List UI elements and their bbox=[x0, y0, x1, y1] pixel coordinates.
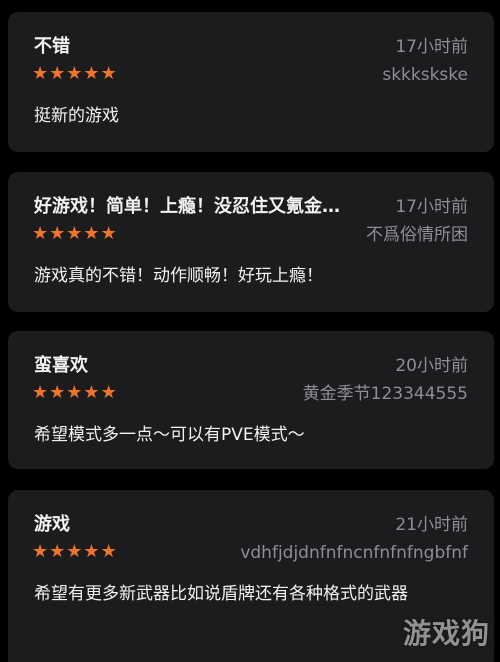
star-icon: ★ bbox=[100, 382, 117, 403]
star-icon: ★ bbox=[66, 541, 83, 562]
star-icon: ★ bbox=[66, 382, 83, 403]
review-card[interactable]: 好游戏！简单！上瘾！没忍住又氪金… 17小时前 ★ ★ ★ ★ ★ 不爲俗情所困… bbox=[8, 172, 494, 312]
review-time: 17小时前 bbox=[395, 37, 468, 57]
review-list: 不错 17小时前 ★ ★ ★ ★ ★ skkkskske 挺新的游戏 好游戏！简… bbox=[0, 0, 500, 662]
star-rating: ★ ★ ★ ★ ★ bbox=[32, 383, 117, 403]
star-icon: ★ bbox=[83, 63, 100, 84]
review-title: 蛮喜欢 bbox=[34, 355, 88, 376]
review-author: vdhfjdjdnfnfncnfnfnfngbfnf bbox=[240, 543, 468, 563]
review-title: 好游戏！简单！上瘾！没忍住又氪金… bbox=[34, 196, 340, 217]
star-icon: ★ bbox=[49, 63, 66, 84]
star-icon: ★ bbox=[66, 63, 83, 84]
review-body: 希望有更多新武器比如说盾牌还有各种格式的武器 bbox=[34, 584, 408, 604]
review-card[interactable]: 蛮喜欢 20小时前 ★ ★ ★ ★ ★ 黄金季节123344555 希望模式多一… bbox=[8, 331, 494, 469]
star-rating: ★ ★ ★ ★ ★ bbox=[32, 224, 117, 244]
review-author: 不爲俗情所困 bbox=[366, 225, 468, 245]
star-icon: ★ bbox=[83, 223, 100, 244]
review-title: 不错 bbox=[34, 36, 70, 57]
watermark-logo: 游戏狗 bbox=[402, 617, 490, 650]
star-rating: ★ ★ ★ ★ ★ bbox=[32, 64, 117, 84]
star-icon: ★ bbox=[49, 541, 66, 562]
review-author: 黄金季节123344555 bbox=[302, 384, 468, 404]
star-icon: ★ bbox=[66, 223, 83, 244]
review-time: 20小时前 bbox=[395, 356, 468, 376]
star-icon: ★ bbox=[83, 382, 100, 403]
star-icon: ★ bbox=[100, 541, 117, 562]
star-icon: ★ bbox=[49, 223, 66, 244]
star-rating: ★ ★ ★ ★ ★ bbox=[32, 542, 117, 562]
review-body: 希望模式多一点～可以有PVE模式～ bbox=[34, 425, 305, 445]
star-icon: ★ bbox=[32, 541, 49, 562]
star-icon: ★ bbox=[83, 541, 100, 562]
star-icon: ★ bbox=[32, 63, 49, 84]
review-body: 挺新的游戏 bbox=[34, 106, 119, 126]
star-icon: ★ bbox=[100, 63, 117, 84]
star-icon: ★ bbox=[49, 382, 66, 403]
review-time: 21小时前 bbox=[395, 515, 468, 535]
star-icon: ★ bbox=[32, 223, 49, 244]
review-author: skkkskske bbox=[382, 65, 468, 85]
review-body: 游戏真的不错！动作顺畅！好玩上瘾！ bbox=[34, 266, 323, 286]
star-icon: ★ bbox=[100, 223, 117, 244]
review-title: 游戏 bbox=[34, 514, 70, 535]
review-card[interactable]: 不错 17小时前 ★ ★ ★ ★ ★ skkkskske 挺新的游戏 bbox=[8, 12, 494, 152]
star-icon: ★ bbox=[32, 382, 49, 403]
review-time: 17小时前 bbox=[395, 197, 468, 217]
